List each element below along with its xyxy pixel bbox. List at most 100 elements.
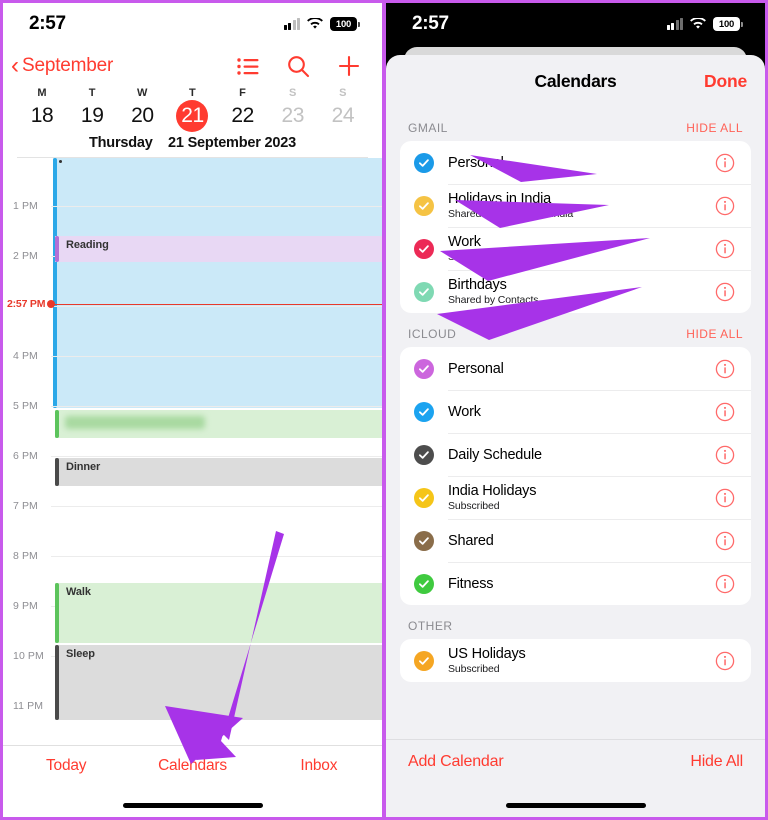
calendar-row[interactable]: Holidays in India Shared by Holidays in I… (400, 184, 751, 227)
calendar-name: Daily Schedule (448, 446, 542, 463)
calendar-navbar: ‹ September (3, 45, 382, 85)
list-view-icon[interactable] (237, 57, 259, 75)
calendar-name: US Holidays (448, 646, 526, 662)
calendar-row[interactable]: Daily Schedule (400, 433, 751, 476)
calendar-row-text: Fitness (448, 570, 715, 598)
calendar-color-check-icon[interactable] (414, 152, 434, 173)
calendar-color-check-icon[interactable] (414, 530, 434, 551)
tab-calendars[interactable]: Calendars (129, 757, 255, 775)
event-sleep[interactable]: Sleep (55, 645, 382, 720)
calendar-color-check-icon[interactable] (414, 401, 434, 422)
section-header-other: OTHER (386, 605, 765, 639)
battery-cap (358, 21, 360, 27)
calendar-info-icon[interactable] (715, 574, 735, 594)
calendar-info-icon[interactable] (715, 531, 735, 551)
event-color-bar (55, 410, 59, 438)
sheet-title: Calendars (534, 70, 617, 91)
calendar-row[interactable]: Work Shared by Work (400, 227, 751, 270)
calendar-info-icon[interactable] (715, 282, 735, 302)
calendar-name: Fitness (448, 575, 494, 592)
hour-label: 5 PM (13, 400, 38, 412)
add-event-icon[interactable] (338, 55, 360, 77)
day-number[interactable]: 22 (231, 104, 254, 128)
calendar-row[interactable]: US Holidays Subscribed (400, 639, 751, 682)
day-number-today[interactable]: 21 (176, 100, 209, 132)
calendar-color-check-icon[interactable] (414, 281, 434, 302)
calendar-info-icon[interactable] (715, 153, 735, 173)
calendar-info-icon[interactable] (715, 196, 735, 216)
done-button[interactable]: Done (704, 71, 747, 92)
calendar-row[interactable]: Personal (400, 141, 751, 184)
calendar-info-icon[interactable] (715, 239, 735, 259)
calendar-day-view-panel: 2:57 100 ‹ September M T W T F S S 18 19… (0, 0, 384, 820)
current-time-label: 2:57 PM (7, 298, 46, 310)
day-number[interactable]: 19 (81, 104, 104, 128)
calendar-info-icon[interactable] (715, 402, 735, 422)
section-title: GMAIL (408, 121, 448, 135)
hide-all-button[interactable]: Hide All (690, 753, 743, 771)
calendar-row-text: US Holidays Subscribed (448, 640, 715, 681)
search-icon[interactable] (287, 55, 310, 78)
calendar-color-check-icon[interactable] (414, 573, 434, 594)
calendar-color-check-icon[interactable] (414, 358, 434, 379)
status-bar-time: 2:57 (29, 13, 66, 34)
calendar-row[interactable]: Fitness (400, 562, 751, 605)
all-day-blue-block[interactable] (53, 158, 382, 408)
status-bar-left: 2:57 100 (3, 3, 382, 45)
tab-inbox[interactable]: Inbox (256, 757, 382, 775)
calendar-subtitle: Shared by Contacts (448, 294, 539, 306)
calendar-row-text: Work (448, 398, 715, 426)
calendar-name: Shared (448, 532, 494, 549)
event-title: Walk (66, 586, 91, 598)
add-calendar-button[interactable]: Add Calendar (408, 753, 504, 771)
calendar-info-icon[interactable] (715, 359, 735, 379)
signal-bars-icon (666, 18, 683, 30)
day-number[interactable]: 24 (332, 104, 355, 128)
calendar-row[interactable]: Personal (400, 347, 751, 390)
day-number[interactable]: 20 (131, 104, 154, 128)
hour-line (51, 306, 382, 307)
section-hide-all-button[interactable]: HIDE ALL (686, 121, 743, 135)
day-of-week-label: S (289, 87, 297, 99)
calendar-row-text: Personal (448, 149, 715, 177)
back-to-month-button[interactable]: ‹ September (11, 54, 113, 78)
calendar-info-icon[interactable] (715, 445, 735, 465)
event-reading[interactable]: Reading (55, 236, 382, 262)
calendar-row[interactable]: Shared (400, 519, 751, 562)
current-time-line (51, 304, 382, 306)
day-number[interactable]: 18 (31, 104, 54, 128)
event-dinner[interactable]: Dinner (55, 458, 382, 486)
calendar-row[interactable]: India Holidays Subscribed (400, 476, 751, 519)
calendar-color-check-icon[interactable] (414, 238, 434, 259)
calendar-row-text: Holidays in India Shared by Holidays in I… (448, 185, 715, 226)
hour-line (51, 206, 382, 207)
calendar-info-icon[interactable] (715, 488, 735, 508)
status-bar-right: 2:57 100 (386, 3, 765, 45)
status-bar-time: 2:57 (412, 13, 449, 34)
calendar-row[interactable]: Work (400, 390, 751, 433)
battery-icon: 100 (330, 17, 357, 31)
battery-level: 100 (718, 18, 735, 30)
calendar-color-check-icon[interactable] (414, 487, 434, 508)
calendar-color-check-icon[interactable] (414, 444, 434, 465)
calendar-card-gmail: Personal Holidays in India Shared by Holid… (400, 141, 751, 313)
calendar-info-icon[interactable] (715, 651, 735, 671)
day-of-week-label: T (189, 87, 196, 99)
calendar-color-check-icon[interactable] (414, 650, 434, 671)
event-walk[interactable]: Walk (55, 583, 382, 643)
section-hide-all-button[interactable]: HIDE ALL (686, 327, 743, 341)
calendar-name: Work (448, 234, 481, 250)
calendar-color-check-icon[interactable] (414, 195, 434, 216)
calendar-row-text: Daily Schedule (448, 441, 715, 469)
week-strip: M T W T F S S 18 19 20 21 22 23 24 Thursday 21 Septe… (3, 85, 382, 158)
selected-date: 21 September 2023 (168, 135, 297, 151)
tab-today[interactable]: Today (3, 757, 129, 775)
day-timeline[interactable]: 1 PM 2 PM 4 PM 5 PM 6 PM 7 PM 8 PM 9 PM … (3, 158, 382, 733)
hour-line (51, 406, 382, 407)
wifi-icon (307, 18, 323, 29)
day-number[interactable]: 23 (281, 104, 304, 128)
calendar-row[interactable]: Birthdays Shared by Contacts (400, 270, 751, 313)
calendar-name: Birthdays (448, 277, 507, 293)
calendar-subtitle: Shared by Work (448, 251, 522, 263)
battery-level: 100 (335, 18, 352, 30)
